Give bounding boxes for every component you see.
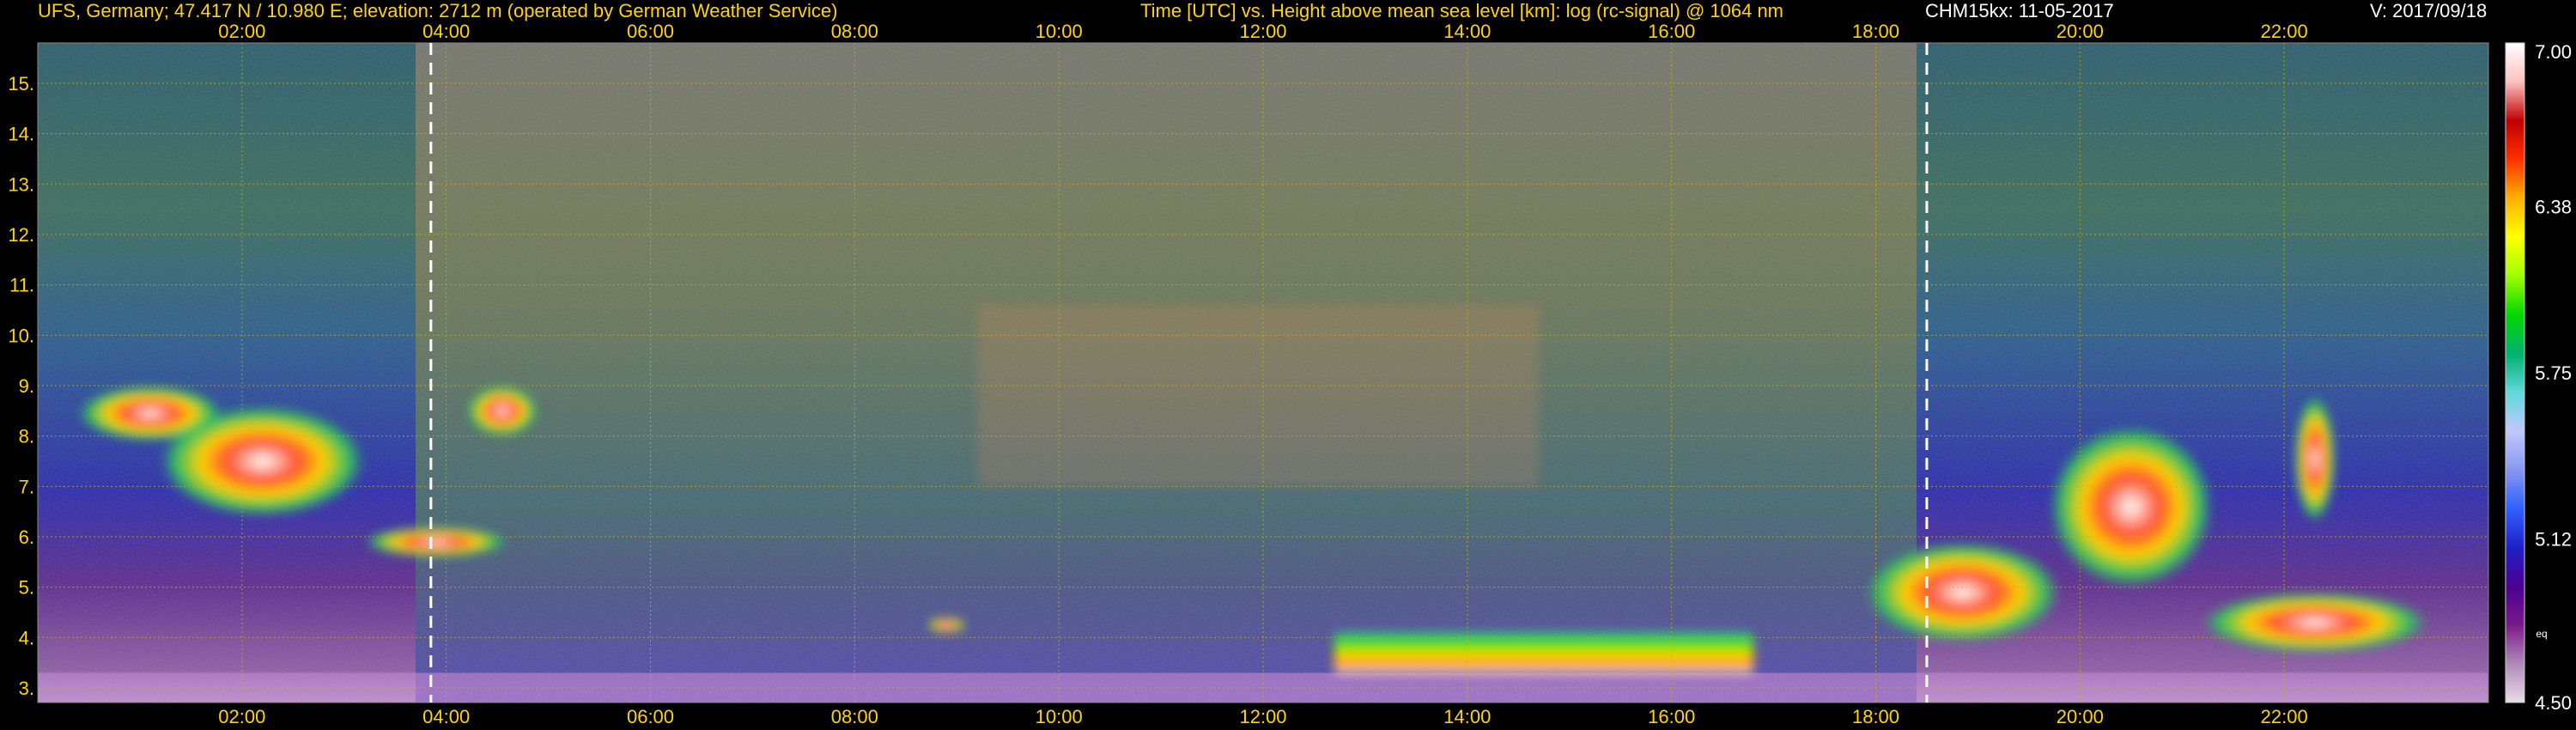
- y-tick-4: 7.: [19, 476, 34, 497]
- x-tick-top-4: 10:00: [1036, 21, 1083, 42]
- x-tick-top-0: 02:00: [218, 21, 265, 42]
- cloud-feature-2: [2049, 425, 2213, 587]
- y-tick-11: 14.: [8, 124, 34, 145]
- x-tick-top-6: 14:00: [1443, 21, 1491, 42]
- x-tick-top-5: 12:00: [1239, 21, 1286, 42]
- ceilometer-chart: 02:00 04:00 06:00 08:00 10:00 12:00 14:00 16:00…: [8, 21, 2572, 727]
- x-tick-bottom-3: 08:00: [831, 706, 878, 727]
- x-tick-top-3: 08:00: [831, 21, 878, 42]
- x-tick-top-7: 16:00: [1648, 21, 1695, 42]
- x-tick-top-2: 06:00: [627, 21, 674, 42]
- cloud-feature-6: [466, 386, 538, 436]
- colorbar-tick-0: 7.00: [2535, 41, 2572, 63]
- cloud-feature-7: [926, 617, 968, 633]
- x-tick-bottom-4: 10:00: [1036, 706, 1083, 727]
- x-tick-bottom-9: 20:00: [2057, 706, 2104, 727]
- colorbar-tick-4: 4.50: [2535, 692, 2572, 714]
- x-tick-top-9: 20:00: [2057, 21, 2104, 42]
- y-tick-9: 12.: [8, 224, 34, 246]
- cloud-feature-9: [2294, 395, 2336, 522]
- y-tick-12: 15.: [8, 73, 34, 94]
- cloud-feature-1: [1865, 541, 2060, 643]
- cloud-feature-5: [364, 526, 508, 557]
- y-tick-7: 10.: [8, 325, 34, 346]
- colorbar-tick-2: 5.75: [2535, 362, 2572, 384]
- x-tick-bottom-7: 16:00: [1648, 706, 1695, 727]
- y-tick-10: 13.: [8, 173, 34, 195]
- aerosol-layer-0: [1334, 632, 1753, 673]
- cirrus-band-10: [977, 305, 1540, 487]
- y-tick-8: 11.: [9, 275, 34, 296]
- y-tick-2: 5.: [19, 577, 34, 599]
- cloud-feature-3: [2202, 592, 2427, 654]
- colorbar: [2505, 42, 2525, 703]
- colorbar-tick-3: 5.12: [2535, 529, 2572, 551]
- colorbar-unit: eq: [2536, 628, 2547, 640]
- x-tick-bottom-6: 14:00: [1443, 706, 1491, 727]
- x-tick-bottom-5: 12:00: [1239, 706, 1286, 727]
- y-tick-3: 6.: [19, 526, 34, 548]
- y-tick-0: 3.: [19, 678, 34, 699]
- x-tick-bottom-8: 18:00: [1852, 706, 1899, 727]
- x-tick-top-8: 18:00: [1852, 21, 1899, 42]
- x-tick-bottom-10: 22:00: [2261, 706, 2308, 727]
- x-tick-top-10: 22:00: [2261, 21, 2308, 42]
- y-tick-5: 8.: [19, 426, 34, 447]
- x-tick-bottom-0: 02:00: [218, 706, 265, 727]
- x-tick-bottom-2: 06:00: [627, 706, 674, 727]
- y-tick-1: 4.: [19, 627, 34, 648]
- colorbar-tick-1: 6.38: [2535, 196, 2572, 217]
- x-tick-bottom-1: 04:00: [422, 706, 470, 727]
- x-tick-top-1: 04:00: [422, 21, 470, 42]
- y-tick-6: 9.: [19, 375, 34, 397]
- cloud-feature-8: [78, 386, 222, 441]
